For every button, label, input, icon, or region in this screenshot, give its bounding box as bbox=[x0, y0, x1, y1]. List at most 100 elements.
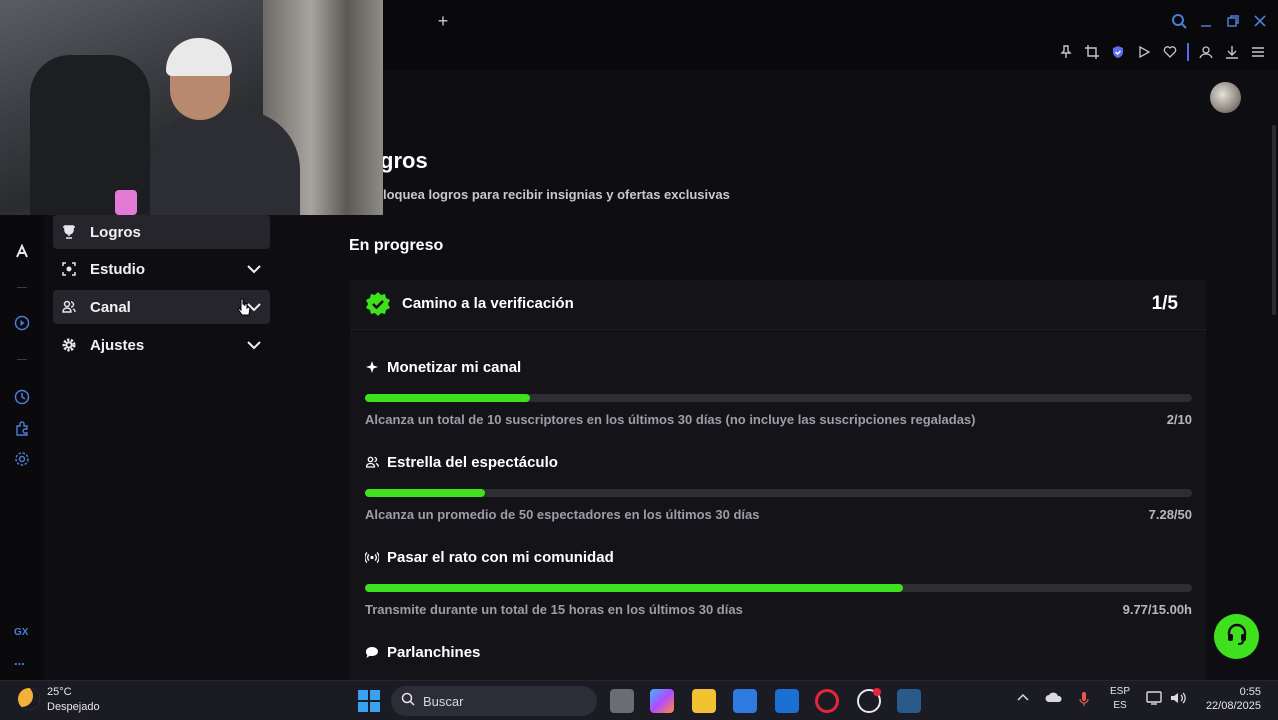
pin-icon[interactable] bbox=[1057, 43, 1075, 61]
studio-icon bbox=[61, 261, 77, 277]
progress-fill bbox=[365, 394, 531, 402]
webcam-person-cap bbox=[166, 38, 232, 76]
extensions-icon[interactable] bbox=[12, 418, 32, 438]
task-title: Monetizar mi canal bbox=[365, 359, 521, 376]
windows-start-icon[interactable] bbox=[357, 689, 381, 713]
sidebar-item-label: Ajustes bbox=[90, 336, 145, 354]
vpn-shield-icon[interactable] bbox=[1109, 43, 1127, 61]
weather-desc[interactable]: Despejado bbox=[47, 701, 100, 713]
left-icon-rail: GX ... bbox=[0, 215, 44, 680]
copilot-icon[interactable] bbox=[650, 689, 674, 713]
sidebar-nav: Logros Estudio Canal Ajustes bbox=[44, 215, 334, 680]
player-icon[interactable] bbox=[12, 313, 32, 333]
progress-bar bbox=[365, 584, 1192, 592]
channel-users-icon bbox=[61, 299, 77, 315]
divider-icon bbox=[12, 349, 32, 369]
webcam-lamp bbox=[115, 190, 137, 215]
taskbar-search-box[interactable]: Buscar bbox=[391, 686, 597, 716]
menu-icon[interactable] bbox=[1249, 43, 1267, 61]
progress-bar bbox=[365, 489, 1192, 497]
task-title-label: Estrella del espectáculo bbox=[387, 454, 558, 471]
sparkle-icon bbox=[365, 361, 379, 375]
achievement-card-header: Camino a la verificación 1/5 bbox=[350, 280, 1206, 330]
search-icon bbox=[401, 692, 415, 711]
task-value: 9.77/15.00h bbox=[1122, 602, 1192, 617]
trophy-icon bbox=[61, 224, 77, 240]
language-indicator[interactable]: ESP ES bbox=[1110, 686, 1130, 711]
restore-icon[interactable] bbox=[1224, 12, 1242, 30]
chat-bubble-icon bbox=[365, 646, 379, 660]
new-tab-button[interactable]: + bbox=[435, 12, 451, 30]
task-description: Transmite durante un total de 15 horas e… bbox=[365, 602, 743, 617]
sidebar-item-label: Canal bbox=[90, 298, 131, 316]
task-title: Pasar el rato con mi comunidad bbox=[365, 549, 614, 566]
history-icon[interactable] bbox=[12, 387, 32, 407]
play-icon[interactable] bbox=[1135, 43, 1153, 61]
users-icon bbox=[365, 456, 379, 470]
verified-badge-icon bbox=[365, 291, 391, 317]
achievement-title: Camino a la verificación bbox=[402, 295, 574, 312]
task-view-icon[interactable] bbox=[610, 689, 634, 713]
task-value: 7.28/50 bbox=[1148, 507, 1192, 522]
achievement-progress: 1/5 bbox=[1151, 293, 1178, 314]
taskbar-search-placeholder: Buscar bbox=[423, 693, 464, 709]
task-description: Alcanza un total de 10 suscriptores en l… bbox=[365, 412, 976, 427]
section-title: En progreso bbox=[349, 237, 444, 254]
download-icon[interactable] bbox=[1223, 43, 1241, 61]
more-icon[interactable]: ... bbox=[14, 653, 25, 668]
outlook-icon[interactable] bbox=[775, 689, 799, 713]
task-title: Estrella del espectáculo bbox=[365, 454, 558, 471]
webcam-overlay bbox=[0, 0, 383, 215]
clock-time: 0:55 bbox=[1239, 686, 1261, 698]
network-icon[interactable] bbox=[1146, 691, 1164, 708]
close-icon[interactable] bbox=[1251, 12, 1269, 30]
search-icon[interactable] bbox=[1170, 12, 1188, 30]
task-title-label: Pasar el rato con mi comunidad bbox=[387, 549, 614, 566]
screenshot-icon[interactable] bbox=[1083, 43, 1101, 61]
notification-badge bbox=[873, 688, 881, 696]
heart-icon[interactable] bbox=[1161, 43, 1179, 61]
window-controls bbox=[1170, 12, 1269, 30]
scrollbar[interactable] bbox=[1272, 125, 1276, 315]
lang-top: ESP bbox=[1110, 686, 1131, 697]
sidebar-item-ajustes[interactable]: Ajustes bbox=[53, 328, 270, 362]
tray-chevron-up-icon[interactable] bbox=[1017, 691, 1029, 705]
sidebar-item-logros[interactable]: Logros bbox=[53, 215, 270, 249]
page-title: gros bbox=[380, 148, 428, 173]
browser-extension-icons bbox=[1057, 43, 1267, 61]
divider-icon bbox=[12, 277, 32, 297]
windows-taskbar: 25°C Despejado Buscar ESP ES 0:55 22/08/… bbox=[0, 680, 1278, 720]
task-description: Alcanza un promedio de 50 espectadores e… bbox=[365, 507, 760, 522]
minimize-icon[interactable] bbox=[1197, 12, 1215, 30]
microsoft-store-icon[interactable] bbox=[733, 689, 757, 713]
microphone-icon[interactable] bbox=[1078, 691, 1090, 710]
toolbar-separator bbox=[1187, 43, 1189, 61]
task-title: Parlanchines bbox=[365, 644, 480, 661]
lang-bottom: ES bbox=[1113, 700, 1127, 711]
progress-fill bbox=[365, 489, 486, 497]
clock[interactable]: 0:55 22/08/2025 bbox=[1201, 686, 1261, 712]
chevron-down-icon[interactable] bbox=[246, 261, 262, 277]
chevron-down-icon[interactable] bbox=[246, 337, 262, 353]
broadcast-icon bbox=[365, 551, 379, 565]
gear-icon bbox=[61, 337, 77, 353]
onedrive-cloud-icon[interactable] bbox=[1045, 691, 1063, 706]
sidebar-item-label: Estudio bbox=[90, 260, 145, 278]
weather-temp[interactable]: 25°C bbox=[47, 686, 72, 698]
steam-icon[interactable] bbox=[897, 689, 921, 713]
file-explorer-icon[interactable] bbox=[692, 689, 716, 713]
achievement-card: Camino a la verificación 1/5 bbox=[350, 280, 1206, 680]
gx-label[interactable]: GX bbox=[14, 627, 28, 638]
sidebar-item-label: Logros bbox=[90, 223, 141, 241]
avatar[interactable] bbox=[1210, 82, 1241, 113]
task-value: 2/10 bbox=[1166, 412, 1192, 427]
weather-moon-icon[interactable] bbox=[18, 688, 40, 710]
sidebar-item-estudio[interactable]: Estudio bbox=[53, 252, 270, 286]
kick-logo-icon[interactable] bbox=[12, 241, 32, 261]
profile-icon[interactable] bbox=[1197, 43, 1215, 61]
settings-icon[interactable] bbox=[12, 449, 32, 469]
opera-gx-icon[interactable] bbox=[815, 689, 839, 713]
volume-icon[interactable] bbox=[1170, 691, 1188, 708]
help-chat-button[interactable] bbox=[1214, 614, 1259, 659]
webcam-person-body bbox=[150, 110, 300, 215]
